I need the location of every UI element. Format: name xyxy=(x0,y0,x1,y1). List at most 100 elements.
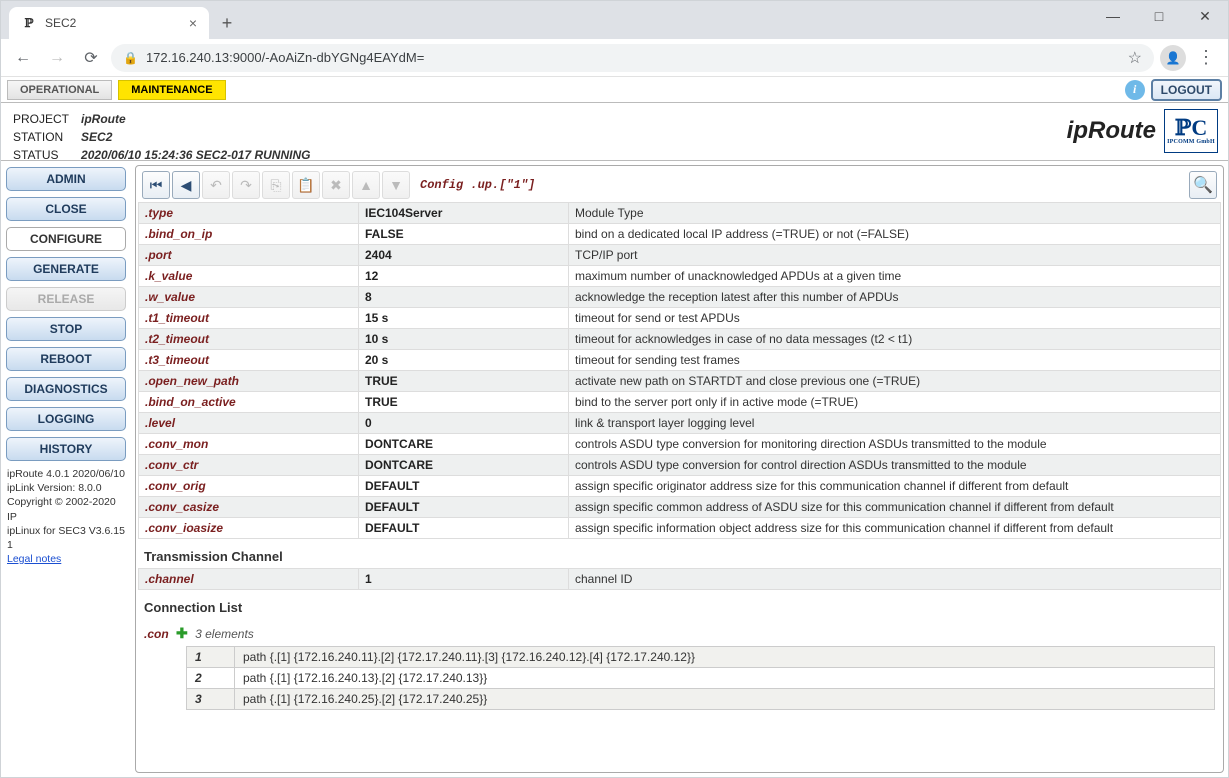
param-key[interactable]: .conv_ctr xyxy=(139,455,359,476)
param-row: .conv_monDONTCAREcontrols ASDU type conv… xyxy=(139,434,1221,455)
connection-index: 3 xyxy=(187,689,235,710)
param-value[interactable]: DONTCARE xyxy=(359,434,569,455)
param-key[interactable]: .conv_mon xyxy=(139,434,359,455)
window-minimize[interactable]: — xyxy=(1090,1,1136,31)
param-row: .t1_timeout15 stimeout for send or test … xyxy=(139,308,1221,329)
connection-row[interactable]: 1path {.[1] {172.16.240.11}.[2] {172.17.… xyxy=(187,647,1215,668)
sidebar-history-button[interactable]: HISTORY xyxy=(6,437,126,461)
add-connection-icon[interactable]: ✚ xyxy=(176,625,188,641)
sidebar-logging-button[interactable]: LOGGING xyxy=(6,407,126,431)
connection-table: 1path {.[1] {172.16.240.11}.[2] {172.17.… xyxy=(186,646,1215,710)
param-value[interactable]: DEFAULT xyxy=(359,476,569,497)
window-maximize[interactable]: □ xyxy=(1136,1,1182,31)
info-icon[interactable]: i xyxy=(1125,80,1145,100)
param-desc: controls ASDU type conversion for contro… xyxy=(569,455,1221,476)
param-value[interactable]: 12 xyxy=(359,266,569,287)
param-value[interactable]: 1 xyxy=(359,569,569,590)
connection-row[interactable]: 3path {.[1] {172.16.240.25}.[2] {172.17.… xyxy=(187,689,1215,710)
undo-icon[interactable]: ↶ xyxy=(202,171,230,199)
param-key[interactable]: .t1_timeout xyxy=(139,308,359,329)
param-row: .w_value8acknowledge the reception lates… xyxy=(139,287,1221,308)
param-row: .conv_ioasizeDEFAULTassign specific info… xyxy=(139,518,1221,539)
logout-button[interactable]: LOGOUT xyxy=(1151,79,1222,101)
sidebar-reboot-button[interactable]: REBOOT xyxy=(6,347,126,371)
con-key[interactable]: .con xyxy=(144,627,169,641)
browser-menu-icon[interactable]: ⋮ xyxy=(1192,47,1220,68)
connection-index: 1 xyxy=(187,647,235,668)
nav-reload-icon[interactable]: ⟳ xyxy=(77,44,105,72)
nav-forward-icon[interactable]: → xyxy=(43,44,71,72)
transmission-table: .channel 1 channel ID xyxy=(138,568,1221,590)
address-bar[interactable]: 🔒 ☆ xyxy=(111,44,1154,72)
tab-maintenance[interactable]: MAINTENANCE xyxy=(118,80,225,100)
up-icon[interactable]: ▲ xyxy=(352,171,380,199)
tab-operational[interactable]: OPERATIONAL xyxy=(7,80,112,100)
param-value[interactable]: 0 xyxy=(359,413,569,434)
param-value[interactable]: DONTCARE xyxy=(359,455,569,476)
param-key[interactable]: .channel xyxy=(139,569,359,590)
favicon-icon: ℙ xyxy=(21,15,37,31)
param-row: .open_new_pathTRUEactivate new path on S… xyxy=(139,371,1221,392)
param-key[interactable]: .port xyxy=(139,245,359,266)
param-value[interactable]: FALSE xyxy=(359,224,569,245)
param-key[interactable]: .conv_orig xyxy=(139,476,359,497)
down-icon[interactable]: ▼ xyxy=(382,171,410,199)
tab-close-icon[interactable]: × xyxy=(189,15,197,31)
sidebar-release-button[interactable]: RELEASE xyxy=(6,287,126,311)
param-key[interactable]: .level xyxy=(139,413,359,434)
param-value[interactable]: TRUE xyxy=(359,371,569,392)
param-value[interactable]: 8 xyxy=(359,287,569,308)
param-row: .bind_on_activeTRUEbind to the server po… xyxy=(139,392,1221,413)
param-key[interactable]: .k_value xyxy=(139,266,359,287)
param-desc: activate new path on STARTDT and close p… xyxy=(569,371,1221,392)
sidebar-configure-button[interactable]: CONFIGURE xyxy=(6,227,126,251)
bookmark-star-icon[interactable]: ☆ xyxy=(1128,48,1142,68)
param-key[interactable]: .w_value xyxy=(139,287,359,308)
param-value[interactable]: 15 s xyxy=(359,308,569,329)
new-tab-button[interactable]: + xyxy=(213,9,241,37)
param-key[interactable]: .bind_on_active xyxy=(139,392,359,413)
sidebar-generate-button[interactable]: GENERATE xyxy=(6,257,126,281)
param-value[interactable]: DEFAULT xyxy=(359,497,569,518)
param-key[interactable]: .t3_timeout xyxy=(139,350,359,371)
param-value[interactable]: IEC104Server xyxy=(359,203,569,224)
param-desc: channel ID xyxy=(569,569,1221,590)
param-value[interactable]: TRUE xyxy=(359,392,569,413)
brand-title: ipRoute xyxy=(1067,117,1156,145)
param-desc: Module Type xyxy=(569,203,1221,224)
param-key[interactable]: .conv_casize xyxy=(139,497,359,518)
sidebar-admin-button[interactable]: ADMIN xyxy=(6,167,126,191)
param-key[interactable]: .t2_timeout xyxy=(139,329,359,350)
param-key[interactable]: .conv_ioasize xyxy=(139,518,359,539)
paste-icon[interactable]: 📋 xyxy=(292,171,320,199)
param-value[interactable]: 10 s xyxy=(359,329,569,350)
param-row: .port2404TCP/IP port xyxy=(139,245,1221,266)
profile-avatar-icon[interactable]: 👤 xyxy=(1160,45,1186,71)
search-icon[interactable]: 🔍 xyxy=(1189,171,1217,199)
param-key[interactable]: .open_new_path xyxy=(139,371,359,392)
redo-icon[interactable]: ↷ xyxy=(232,171,260,199)
param-value[interactable]: 20 s xyxy=(359,350,569,371)
window-close[interactable]: ✕ xyxy=(1182,1,1228,31)
param-key[interactable]: .bind_on_ip xyxy=(139,224,359,245)
sidebar-meta: ipRoute 4.0.1 2020/06/10 ipLink Version:… xyxy=(5,467,127,566)
nav-back-icon[interactable]: ← xyxy=(9,44,37,72)
delete-icon[interactable]: ✖ xyxy=(322,171,350,199)
param-value[interactable]: DEFAULT xyxy=(359,518,569,539)
browser-tab[interactable]: ℙ SEC2 × xyxy=(9,7,209,39)
first-icon[interactable]: ⏮ xyxy=(142,171,170,199)
param-table: .typeIEC104ServerModule Type .bind_on_ipF… xyxy=(138,202,1221,539)
tab-title: SEC2 xyxy=(45,16,181,30)
param-desc: bind on a dedicated local IP address (=T… xyxy=(569,224,1221,245)
url-input[interactable] xyxy=(146,50,1120,65)
legal-notes-link[interactable]: Legal notes xyxy=(7,553,61,565)
copy-icon[interactable]: ⎘ xyxy=(262,171,290,199)
connection-row[interactable]: 2path {.[1] {172.16.240.13}.[2] {172.17.… xyxy=(187,668,1215,689)
sidebar-close-button[interactable]: CLOSE xyxy=(6,197,126,221)
sidebar-stop-button[interactable]: STOP xyxy=(6,317,126,341)
param-desc: maximum number of unacknowledged APDUs a… xyxy=(569,266,1221,287)
param-key[interactable]: .type xyxy=(139,203,359,224)
sidebar-diagnostics-button[interactable]: DIAGNOSTICS xyxy=(6,377,126,401)
param-value[interactable]: 2404 xyxy=(359,245,569,266)
back-icon[interactable]: ◀ xyxy=(172,171,200,199)
